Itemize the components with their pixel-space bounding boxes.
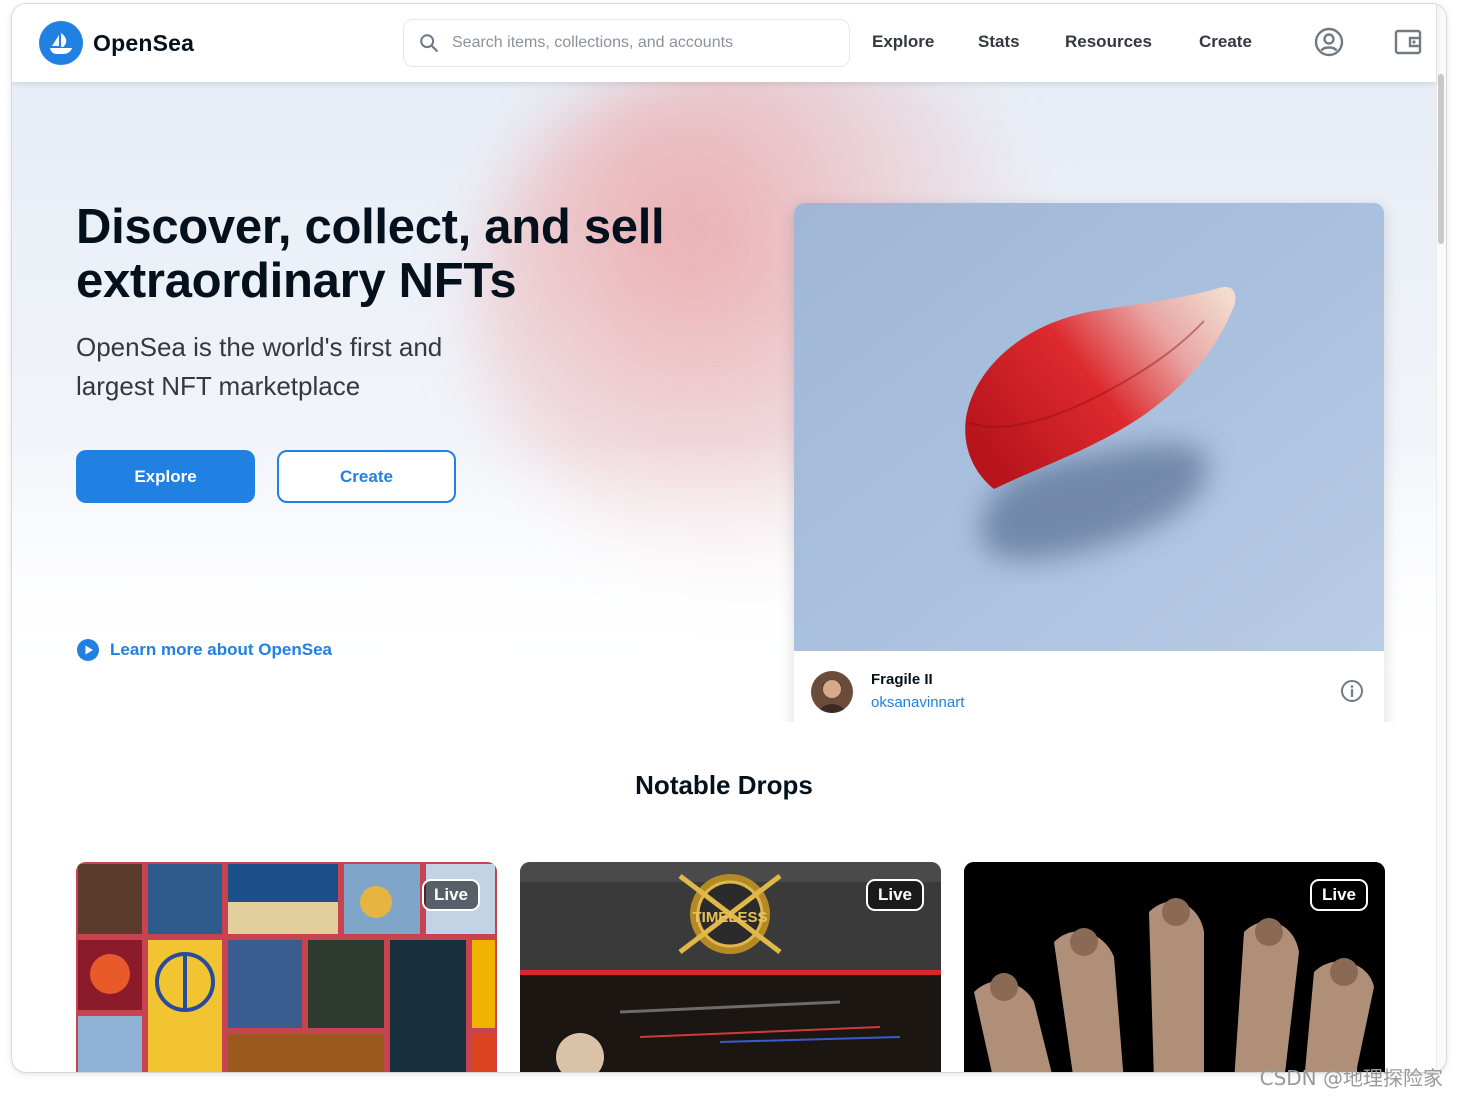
vertical-scrollbar[interactable] xyxy=(1436,4,1446,1072)
notable-drop-card[interactable]: Live xyxy=(76,862,497,1072)
opensea-ship-icon xyxy=(39,21,83,65)
hero-section: Discover, collect, and sell extraordinar… xyxy=(12,82,1436,722)
notable-drop-card[interactable]: Live xyxy=(964,862,1385,1072)
featured-nft-footer: Fragile II oksanavinnart xyxy=(794,651,1384,722)
timeless-logo-text: TIMELESS xyxy=(692,909,767,926)
info-icon[interactable] xyxy=(1340,679,1364,703)
search-bar[interactable] xyxy=(403,19,850,67)
creator-avatar[interactable] xyxy=(811,671,853,713)
explore-button[interactable]: Explore xyxy=(76,450,255,503)
featured-nft-card[interactable]: Fragile II oksanavinnart xyxy=(794,203,1384,722)
featured-nft-name[interactable]: Fragile II xyxy=(871,671,933,688)
nav-resources-link[interactable]: Resources xyxy=(1065,32,1152,52)
hero-subtitle: OpenSea is the world's first and largest… xyxy=(76,332,443,401)
nav-explore-link[interactable]: Explore xyxy=(872,32,934,52)
play-circle-icon xyxy=(77,639,99,661)
learn-more-text: Learn more about OpenSea xyxy=(110,640,332,659)
watermark-text: CSDN @地理探险家 xyxy=(1259,1066,1443,1090)
scrollbar-thumb[interactable] xyxy=(1438,74,1444,244)
notable-drop-card[interactable]: TIMELESS Live xyxy=(520,862,941,1072)
live-badge: Live xyxy=(421,879,480,911)
live-badge: Live xyxy=(1309,879,1368,911)
hero-title: Discover, collect, and sell extraordinar… xyxy=(76,200,665,308)
featured-nft-image[interactable] xyxy=(794,203,1384,651)
top-navbar: OpenSea Explore Stats Resources Create xyxy=(12,4,1436,82)
logo-link[interactable]: OpenSea xyxy=(39,21,194,65)
notable-drops-title: Notable Drops xyxy=(635,770,813,800)
search-icon xyxy=(420,34,438,52)
nav-create-link[interactable]: Create xyxy=(1199,32,1252,52)
learn-more-link[interactable]: Learn more about OpenSea xyxy=(76,638,332,662)
live-badge: Live xyxy=(865,879,924,911)
create-button[interactable]: Create xyxy=(277,450,456,503)
logo-text: OpenSea xyxy=(93,29,195,56)
account-icon[interactable] xyxy=(1313,26,1345,58)
nav-stats-link[interactable]: Stats xyxy=(978,32,1020,52)
featured-creator-link[interactable]: oksanavinnart xyxy=(871,694,964,711)
wallet-icon[interactable] xyxy=(1392,26,1424,58)
browser-window: OpenSea Explore Stats Resources Create D xyxy=(12,4,1446,1072)
search-input[interactable] xyxy=(452,28,812,58)
